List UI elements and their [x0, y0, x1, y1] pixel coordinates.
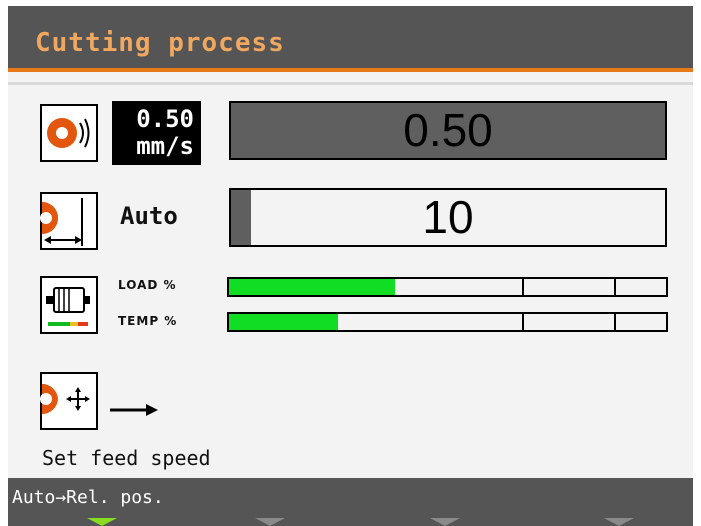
load-bar-tick: [522, 279, 524, 295]
page-title: Cutting process: [35, 28, 285, 58]
load-bar: [227, 277, 668, 297]
feed-speed-badge: 0.50 mm/s: [112, 101, 201, 165]
depth-display[interactable]: 10: [229, 188, 667, 247]
softkey-3-indicator[interactable]: [430, 518, 460, 526]
load-label: LOAD %: [118, 278, 177, 292]
softkey-label[interactable]: Auto→Rel. pos.: [12, 487, 164, 508]
temp-bar-fill: [229, 314, 339, 330]
hint-text: Set feed speed: [42, 446, 211, 470]
depth-mode-label: Auto: [120, 202, 178, 230]
blade-depth-icon: [40, 192, 98, 250]
temp-bar-tick: [614, 314, 616, 330]
feed-speed-badge-value: 0.50: [136, 105, 194, 133]
footer-bar: Auto→Rel. pos.: [8, 478, 693, 526]
motor-icon: [40, 276, 98, 334]
arrow-right-icon: [110, 402, 160, 422]
feed-speed-badge-unit: mm/s: [136, 132, 194, 160]
header-divider: [8, 82, 693, 85]
softkey-1-indicator[interactable]: [87, 518, 117, 526]
blade-speed-icon: [40, 104, 98, 162]
blade-move-icon: [40, 372, 98, 430]
depth-display-value: 10: [422, 191, 474, 243]
load-bar-tick: [614, 279, 616, 295]
feed-speed-display[interactable]: 0.50: [229, 101, 667, 160]
depth-display-marker: [231, 190, 251, 245]
temp-bar-tick: [522, 314, 524, 330]
load-bar-fill: [229, 279, 396, 295]
softkey-2-indicator[interactable]: [255, 518, 285, 526]
header-accent-line: [8, 68, 693, 72]
softkey-4-indicator[interactable]: [604, 518, 634, 526]
header-bar: Cutting process: [8, 6, 693, 68]
temp-bar: [227, 312, 668, 332]
temp-label: TEMP %: [118, 314, 178, 328]
cutting-process-screen: Cutting process 0.50 mm/s 0.50 Auto 10 L…: [8, 6, 693, 526]
